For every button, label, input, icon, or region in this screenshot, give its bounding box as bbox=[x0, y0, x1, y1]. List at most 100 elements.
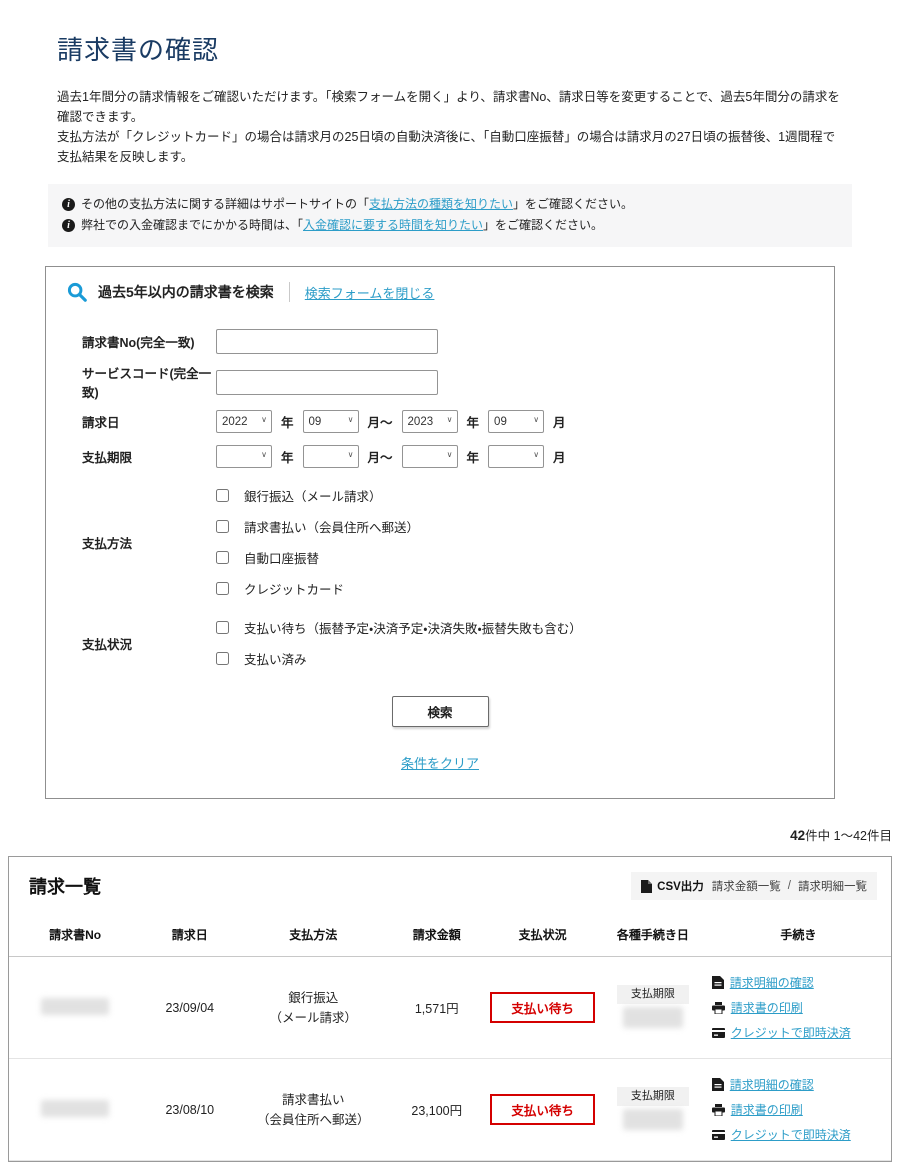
payment-method-option: 請求書払い（会員住所へ郵送） bbox=[216, 511, 419, 542]
credit-instant-payment-link[interactable]: クレジットで即時決済 bbox=[731, 1024, 851, 1041]
action-line: 請求明細の確認 bbox=[712, 970, 891, 995]
printer-icon bbox=[712, 1104, 725, 1116]
print-invoice-link[interactable]: 請求書の印刷 bbox=[731, 1101, 803, 1118]
payment-method-invoice-mail-checkbox[interactable] bbox=[216, 520, 229, 533]
invoice-no-row: 請求書No(完全一致) bbox=[46, 329, 834, 354]
csv-detail-list-link[interactable]: 請求明細一覧 bbox=[798, 878, 867, 894]
info-icon: i bbox=[62, 219, 75, 232]
search-button[interactable]: 検索 bbox=[392, 696, 489, 727]
chevron-down-icon: 09 bbox=[488, 410, 544, 433]
table-row: 23/08/10 請求書払い （会員住所へ郵送） 23,100円 支払い待ち 支… bbox=[9, 1059, 891, 1161]
action-line: クレジットで即時決済 bbox=[712, 1020, 891, 1045]
action-line: クレジットで即時決済 bbox=[712, 1122, 891, 1147]
results-count: 42件中 1～42件目 bbox=[8, 825, 892, 844]
invoice-detail-icon bbox=[712, 976, 724, 989]
checkbox-label[interactable]: クレジットカード bbox=[244, 579, 344, 598]
year-unit-label: 年 bbox=[467, 412, 480, 431]
payment-method-auto-debit-checkbox[interactable] bbox=[216, 551, 229, 564]
chevron-down-icon: 2023 bbox=[402, 410, 458, 433]
payment-status-waiting-checkbox[interactable] bbox=[216, 621, 229, 634]
results-count-text: 件中 1～42件目 bbox=[805, 829, 892, 843]
due-date-from-year-select[interactable] bbox=[216, 445, 272, 468]
checkbox-label[interactable]: 請求書払い（会員住所へ郵送） bbox=[244, 517, 419, 536]
method-line: （会員住所へ郵送） bbox=[238, 1110, 388, 1130]
method-line: 請求書払い bbox=[238, 1090, 388, 1110]
checkbox-label[interactable]: 支払い待ち（振替予定・決済予定・決済失敗・振替失敗も含む） bbox=[244, 618, 582, 637]
invoice-date-from-month-select[interactable]: 09 bbox=[303, 410, 359, 433]
due-date-to-month-select[interactable] bbox=[488, 445, 544, 468]
print-invoice-link[interactable]: 請求書の印刷 bbox=[731, 999, 803, 1016]
checkbox-label[interactable]: 支払い済み bbox=[244, 649, 307, 668]
invoice-detail-link[interactable]: 請求明細の確認 bbox=[730, 1076, 814, 1093]
payment-status-option: 支払い済み bbox=[216, 643, 582, 674]
invoice-no-input[interactable] bbox=[216, 329, 438, 354]
table-row: 23/09/04 銀行振込 （メール請求） 1,571円 支払い待ち 支払期限 … bbox=[9, 957, 891, 1059]
csv-amount-list-link[interactable]: 請求金額一覧 bbox=[712, 878, 781, 894]
notice-post: 」をご確認ください。 bbox=[513, 197, 633, 211]
search-button-row: 検索 bbox=[46, 696, 834, 727]
due-date-label: 支払期限 bbox=[82, 445, 216, 468]
invoice-list-header: 請求一覧 CSV出力 請求金額一覧 / 請求明細一覧 bbox=[9, 857, 891, 912]
deposit-confirmation-time-link[interactable]: 入金確認に要する時間を知りたい bbox=[303, 218, 483, 232]
redacted-invoice-no bbox=[41, 998, 109, 1015]
due-date-to-year-select[interactable] bbox=[402, 445, 458, 468]
due-date-chip: 支払期限 bbox=[617, 985, 689, 1004]
invoice-date-to-month-select[interactable]: 09 bbox=[488, 410, 544, 433]
month-range-label: 月～ bbox=[368, 447, 393, 466]
invoice-date-from-year-select[interactable]: 2022 bbox=[216, 410, 272, 433]
payment-method-credit-card-checkbox[interactable] bbox=[216, 582, 229, 595]
intro-line-1: 過去1年間分の請求情報をご確認いただけます。「検索フォームを開く」より、請求書N… bbox=[57, 87, 843, 127]
payment-method-cell: 銀行振込 （メール請求） bbox=[238, 957, 388, 1059]
procedures-cell: 請求明細の確認 請求書の印刷 クレジットで即時決済 bbox=[706, 957, 891, 1059]
csv-export-chip: CSV出力 請求金額一覧 / 請求明細一覧 bbox=[631, 872, 877, 900]
payment-method-option: 自動口座振替 bbox=[216, 542, 419, 573]
invoice-no-cell bbox=[9, 957, 141, 1059]
invoice-date-to-year-select[interactable]: 2023 bbox=[402, 410, 458, 433]
invoice-date-row: 請求日 2022 年 09 月～ 2023 年 09 月 bbox=[46, 410, 834, 433]
invoice-table: 請求書No 請求日 支払方法 請求金額 支払状況 各種手続き日 手続き 23/0… bbox=[9, 912, 891, 1161]
payment-status-row: 支払状況 支払い待ち（振替予定・決済予定・決済失敗・振替失敗も含む） 支払い済み bbox=[46, 612, 834, 674]
year-unit-label: 年 bbox=[467, 447, 480, 466]
payment-method-types-link[interactable]: 支払方法の種類を知りたい bbox=[369, 197, 513, 211]
payment-method-option: 銀行振込（メール請求） bbox=[216, 480, 419, 511]
notice-line: i 弊社での入金確認までにかかる時間は、「入金確認に要する時間を知りたい」をご確… bbox=[62, 215, 838, 236]
clear-conditions-link[interactable]: 条件をクリア bbox=[401, 756, 479, 771]
csv-export-label: CSV出力 bbox=[657, 878, 704, 894]
action-line: 請求明細の確認 bbox=[712, 1072, 891, 1097]
procedure-date-cell: 支払期限 bbox=[600, 1059, 706, 1161]
payment-method-option: クレジットカード bbox=[216, 573, 419, 604]
service-code-input[interactable] bbox=[216, 370, 438, 395]
payment-method-bank-transfer-checkbox[interactable] bbox=[216, 489, 229, 502]
payment-method-label: 支払方法 bbox=[82, 480, 216, 604]
invoice-detail-link[interactable]: 請求明細の確認 bbox=[730, 974, 814, 991]
search-panel-header: 過去5年以内の請求書を検索 検索フォームを閉じる bbox=[46, 267, 834, 315]
chevron-down-icon bbox=[488, 445, 544, 468]
credit-instant-payment-link[interactable]: クレジットで即時決済 bbox=[731, 1126, 851, 1143]
payment-status-paid-checkbox[interactable] bbox=[216, 652, 229, 665]
redacted-due-date bbox=[623, 1109, 683, 1130]
invoice-no-cell bbox=[9, 1059, 141, 1161]
amount-cell: 23,100円 bbox=[388, 1059, 485, 1161]
service-code-row: サービスコード(完全一致) bbox=[46, 363, 834, 401]
notice-text: 弊社での入金確認までにかかる時間は、「入金確認に要する時間を知りたい」をご確認く… bbox=[81, 215, 603, 236]
month-unit-label: 月 bbox=[553, 447, 566, 466]
payment-status-option: 支払い待ち（振替予定・決済予定・決済失敗・振替失敗も含む） bbox=[216, 612, 582, 643]
intro-text: 過去1年間分の請求情報をご確認いただけます。「検索フォームを開く」より、請求書N… bbox=[57, 87, 843, 167]
action-line: 請求書の印刷 bbox=[712, 1097, 891, 1122]
chevron-down-icon: 09 bbox=[303, 410, 359, 433]
chevron-down-icon: 2022 bbox=[216, 410, 272, 433]
year-unit-label: 年 bbox=[281, 412, 294, 431]
header-divider bbox=[289, 282, 290, 302]
notice-pre: その他の支払方法に関する詳細はサポートサイトの「 bbox=[81, 197, 369, 211]
csv-separator: / bbox=[788, 880, 791, 892]
checkbox-label[interactable]: 自動口座振替 bbox=[244, 548, 319, 567]
procedures-cell: 請求明細の確認 請求書の印刷 クレジットで即時決済 bbox=[706, 1059, 891, 1161]
checkbox-label[interactable]: 銀行振込（メール請求） bbox=[244, 486, 382, 505]
close-search-form-link[interactable]: 検索フォームを閉じる bbox=[305, 283, 435, 302]
notice-box: i その他の支払方法に関する詳細はサポートサイトの「支払方法の種類を知りたい」を… bbox=[48, 184, 852, 247]
col-procedures: 手続き bbox=[706, 912, 891, 957]
due-date-from-month-select[interactable] bbox=[303, 445, 359, 468]
chevron-down-icon bbox=[216, 445, 272, 468]
procedure-date-cell: 支払期限 bbox=[600, 957, 706, 1059]
notice-line: i その他の支払方法に関する詳細はサポートサイトの「支払方法の種類を知りたい」を… bbox=[62, 194, 838, 215]
